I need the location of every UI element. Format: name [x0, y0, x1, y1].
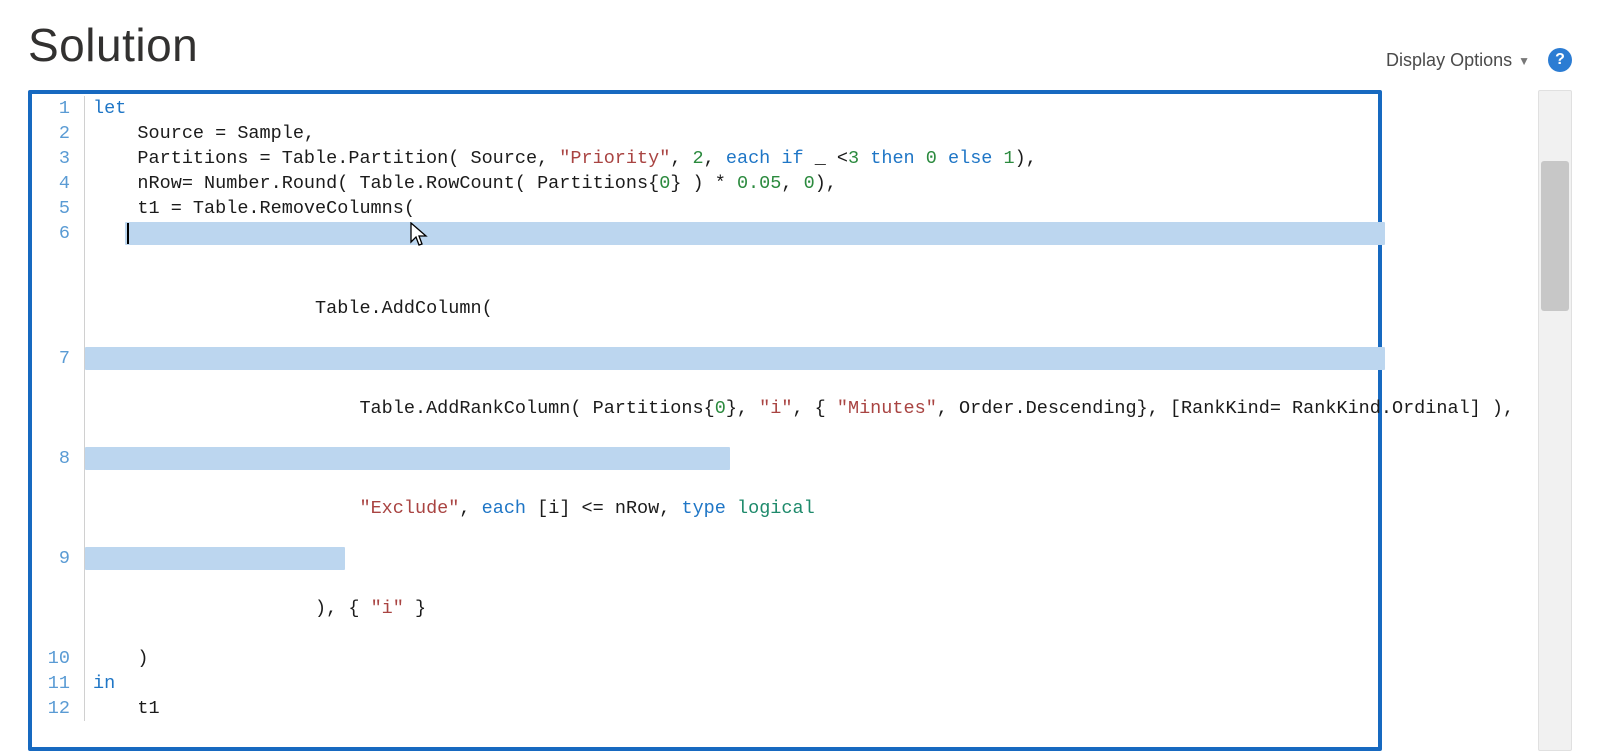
code-line[interactable]: 3 Partitions = Table.Partition( Source, …: [32, 146, 1378, 171]
code-editor[interactable]: 1 let 2 Source = Sample, 3 Partitions = …: [28, 90, 1382, 751]
code-line[interactable]: 9 ), { "i" }: [32, 546, 1378, 646]
vertical-scrollbar[interactable]: [1538, 90, 1572, 751]
text-selection: [125, 222, 1385, 245]
help-icon[interactable]: ?: [1548, 48, 1572, 72]
line-number: 7: [32, 346, 84, 446]
line-number: 2: [32, 121, 84, 146]
code-line[interactable]: 8 "Exclude", each [i] <= nRow, type logi…: [32, 446, 1378, 546]
code-line[interactable]: 7 Table.AddRankColumn( Partitions{0}, "i…: [32, 346, 1378, 446]
code-line[interactable]: 1 let: [32, 96, 1378, 121]
line-number: 6: [32, 221, 84, 346]
code-line[interactable]: 10 ): [32, 646, 1378, 671]
line-number: 12: [32, 696, 84, 721]
line-number: 8: [32, 446, 84, 546]
chevron-down-icon: ▼: [1518, 54, 1530, 68]
code-line[interactable]: 11 in: [32, 671, 1378, 696]
page-title: Solution: [28, 18, 198, 72]
line-number: 11: [32, 671, 84, 696]
text-selection: [85, 347, 1385, 370]
line-number: 10: [32, 646, 84, 671]
text-selection: [85, 447, 730, 470]
display-options-dropdown[interactable]: Display Options ▼: [1386, 50, 1530, 71]
text-caret: [127, 223, 129, 244]
code-line[interactable]: 2 Source = Sample,: [32, 121, 1378, 146]
code-line[interactable]: 12 t1: [32, 696, 1378, 721]
code-line[interactable]: 6 Table.AddColumn(: [32, 221, 1378, 346]
line-number: 3: [32, 146, 84, 171]
line-number: 9: [32, 546, 84, 646]
display-options-label: Display Options: [1386, 50, 1512, 71]
line-number: 5: [32, 196, 84, 221]
code-line[interactable]: 4 nRow= Number.Round( Table.RowCount( Pa…: [32, 171, 1378, 196]
text-selection: [85, 547, 345, 570]
scrollbar-thumb[interactable]: [1541, 161, 1569, 311]
code-line[interactable]: 5 t1 = Table.RemoveColumns(: [32, 196, 1378, 221]
line-number: 1: [32, 96, 84, 121]
line-number: 4: [32, 171, 84, 196]
